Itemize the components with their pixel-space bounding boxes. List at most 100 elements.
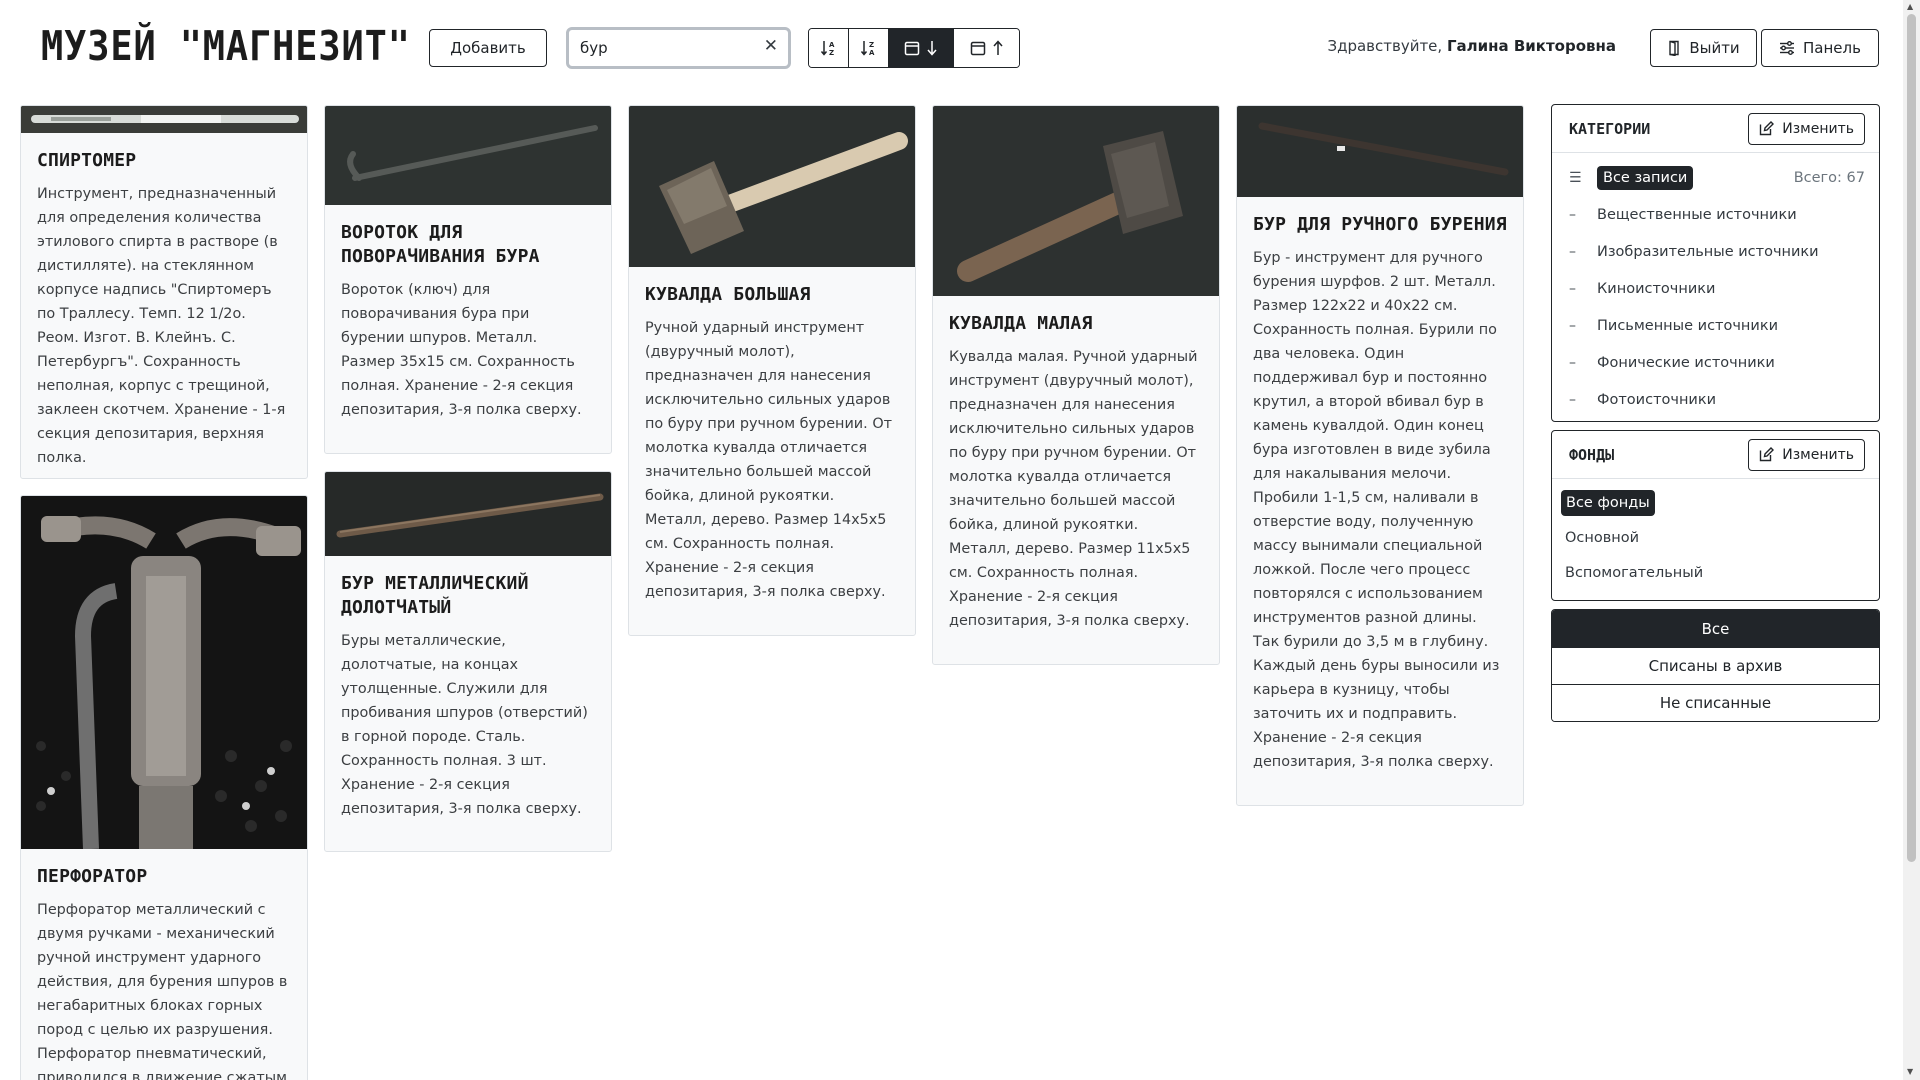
archive-filter: Все Списаны в архив Не списанные bbox=[1551, 609, 1880, 722]
search-input[interactable] bbox=[580, 36, 750, 60]
category-item[interactable]: – Фотоисточники bbox=[1552, 381, 1879, 418]
filter-archived-button[interactable]: Списаны в архив bbox=[1552, 647, 1879, 684]
exhibit-title: ВОРОТОК ДЛЯ ПОВОРАЧИВАНИЯ БУРА bbox=[341, 222, 540, 267]
site-logo[interactable]: МУЗЕЙ "МАГНЕЗИТ" bbox=[41, 22, 411, 70]
page-scrollbar[interactable]: ▲ ▼ bbox=[1903, 0, 1920, 1080]
calendar-icon bbox=[970, 41, 985, 56]
dash-icon: – bbox=[1569, 354, 1576, 371]
fund-list: Все фонды Основной Вспомогательный bbox=[1552, 479, 1879, 598]
category-item[interactable]: – Изобразительные источники bbox=[1552, 233, 1879, 270]
scroll-thumb[interactable] bbox=[1907, 14, 1916, 862]
exhibit-photo bbox=[21, 106, 307, 133]
logout-button[interactable]: Выйти bbox=[1650, 29, 1757, 67]
sort-date-desc-button[interactable] bbox=[889, 29, 954, 67]
dash-icon: – bbox=[1569, 280, 1576, 297]
edit-funds-button[interactable]: Изменить bbox=[1748, 438, 1865, 471]
category-label: Письменные источники bbox=[1597, 317, 1779, 334]
scroll-up-icon[interactable]: ▲ bbox=[1907, 3, 1913, 11]
clear-search-icon[interactable]: ✕ bbox=[764, 36, 778, 56]
sort-alpha-asc-icon: A Z bbox=[820, 41, 835, 57]
edit-categories-button[interactable]: Изменить bbox=[1748, 112, 1865, 145]
edit-label: Изменить bbox=[1782, 120, 1854, 137]
dash-icon: – bbox=[1569, 391, 1576, 408]
exhibit-photo bbox=[629, 106, 915, 267]
exhibit-title: КУВАЛДА МАЛАЯ bbox=[949, 313, 1093, 334]
exhibit-title: СПИРТОМЕР bbox=[37, 150, 137, 171]
sliders-icon bbox=[1780, 41, 1795, 55]
exhibit-description: Перфоратор металлический с двумя ручками… bbox=[37, 902, 288, 1080]
panel-button[interactable]: Панель bbox=[1761, 29, 1879, 67]
exhibit-photo bbox=[325, 472, 611, 556]
exhibit-card[interactable]: КУВАЛДА БОЛЬШАЯ Ручной ударный инструмен… bbox=[628, 105, 916, 636]
greeting-prefix: Здравствуйте, bbox=[1327, 37, 1443, 55]
edit-icon bbox=[1760, 447, 1775, 462]
filter-all-button[interactable]: Все bbox=[1552, 610, 1879, 647]
exhibit-card[interactable]: ВОРОТОК ДЛЯ ПОВОРАЧИВАНИЯ БУРА Вороток (… bbox=[324, 105, 612, 454]
category-label: Фонические источники bbox=[1597, 354, 1775, 371]
exhibit-photo bbox=[933, 106, 1219, 296]
arrow-down-icon bbox=[927, 41, 937, 56]
add-button[interactable]: Добавить bbox=[429, 29, 547, 67]
exhibit-description: Ручной ударный инструмент (двуручный мол… bbox=[645, 320, 893, 600]
filter-not-archived-button[interactable]: Не списанные bbox=[1552, 684, 1879, 721]
svg-text:A: A bbox=[829, 41, 835, 49]
funds-header: ФОНДЫ Изменить bbox=[1552, 431, 1879, 479]
exhibit-title: БУР ДЛЯ РУЧНОГО БУРЕНИЯ bbox=[1253, 214, 1507, 235]
exhibit-title: КУВАЛДА БОЛЬШАЯ bbox=[645, 284, 811, 305]
fund-all-label: Все фонды bbox=[1561, 489, 1655, 516]
category-item[interactable]: – Киноисточники bbox=[1552, 270, 1879, 307]
fund-item[interactable]: Вспомогательный bbox=[1560, 555, 1879, 590]
edit-icon bbox=[1760, 121, 1775, 136]
exhibit-description: Вороток (ключ) для поворачивания бура пр… bbox=[341, 282, 582, 418]
sort-controls: A Z Z A bbox=[808, 28, 1020, 68]
panel-label: Панель bbox=[1803, 39, 1861, 57]
category-list: ☰ Все записи Всего: 67 – Вещественные ис… bbox=[1552, 153, 1879, 424]
exhibit-description: Буры металлические, долотчатые, на конца… bbox=[341, 633, 588, 817]
dash-icon: – bbox=[1569, 317, 1576, 334]
category-item[interactable]: – Фонические источники bbox=[1552, 344, 1879, 381]
dash-icon: – bbox=[1569, 206, 1576, 223]
exhibit-description: Кувалда малая. Ручной ударный инструмент… bbox=[949, 349, 1198, 629]
top-bar: МУЗЕЙ "МАГНЕЗИТ" Добавить ✕ A Z Z A bbox=[0, 0, 1900, 96]
fund-item[interactable]: Основной bbox=[1560, 520, 1879, 555]
exhibit-photo bbox=[1237, 106, 1523, 197]
category-all-label: Все записи bbox=[1597, 165, 1694, 190]
fund-label: Основной bbox=[1565, 529, 1640, 546]
exhibit-title: БУР МЕТАЛЛИЧЕСКИЙ ДОЛОТЧАТЫЙ bbox=[341, 573, 529, 618]
category-item[interactable]: – Вещественные источники bbox=[1552, 196, 1879, 233]
exhibit-photo bbox=[325, 106, 611, 205]
fund-label: Вспомогательный bbox=[1565, 564, 1704, 581]
exhibit-card[interactable]: КУВАЛДА МАЛАЯ Кувалда малая. Ручной удар… bbox=[932, 105, 1220, 665]
sort-alpha-asc-button[interactable]: A Z bbox=[809, 29, 849, 67]
user-greeting: Здравствуйте, Галина Викторовна bbox=[1327, 37, 1616, 55]
calendar-icon bbox=[904, 41, 920, 56]
category-label: Фотоисточники bbox=[1597, 391, 1717, 408]
category-item-all[interactable]: ☰ Все записи Всего: 67 bbox=[1552, 159, 1879, 196]
door-icon bbox=[1669, 40, 1680, 56]
category-label: Изобразительные источники bbox=[1597, 243, 1819, 260]
user-name: Галина Викторовна bbox=[1446, 37, 1616, 55]
funds-panel: ФОНДЫ Изменить Все фонды Основной Вспомо… bbox=[1551, 430, 1880, 601]
category-item[interactable]: – Письменные источники bbox=[1552, 307, 1879, 344]
funds-title: ФОНДЫ bbox=[1569, 445, 1615, 464]
svg-text:Z: Z bbox=[829, 49, 834, 57]
fund-item-all[interactable]: Все фонды bbox=[1560, 485, 1879, 520]
exhibit-card[interactable]: БУР ДЛЯ РУЧНОГО БУРЕНИЯ Бур - инструмент… bbox=[1236, 105, 1524, 806]
edit-label: Изменить bbox=[1782, 446, 1854, 463]
records-total: Всего: 67 bbox=[1793, 169, 1865, 186]
dash-icon: – bbox=[1569, 243, 1576, 260]
list-icon: ☰ bbox=[1569, 169, 1582, 186]
category-label: Киноисточники bbox=[1597, 280, 1716, 297]
exhibit-photo bbox=[21, 496, 307, 849]
categories-header: КАТЕГОРИИ Изменить bbox=[1552, 105, 1879, 153]
svg-text:A: A bbox=[869, 49, 875, 57]
exhibit-card[interactable]: БУР МЕТАЛЛИЧЕСКИЙ ДОЛОТЧАТЫЙ Буры металл… bbox=[324, 471, 612, 852]
sort-alpha-desc-icon: Z A bbox=[860, 41, 875, 57]
exhibit-card[interactable]: ПЕРФОРАТОР Перфоратор металлический с дв… bbox=[20, 495, 308, 1080]
scroll-down-icon[interactable]: ▼ bbox=[1907, 1068, 1913, 1076]
exhibit-description: Бур - инструмент для ручного бурения шур… bbox=[1253, 250, 1500, 770]
sort-date-asc-button[interactable] bbox=[954, 29, 1019, 67]
exhibit-card[interactable]: СПИРТОМЕР Инструмент, предназначенный дл… bbox=[20, 105, 308, 479]
sort-alpha-desc-button[interactable]: Z A bbox=[849, 29, 889, 67]
svg-text:Z: Z bbox=[869, 41, 874, 49]
